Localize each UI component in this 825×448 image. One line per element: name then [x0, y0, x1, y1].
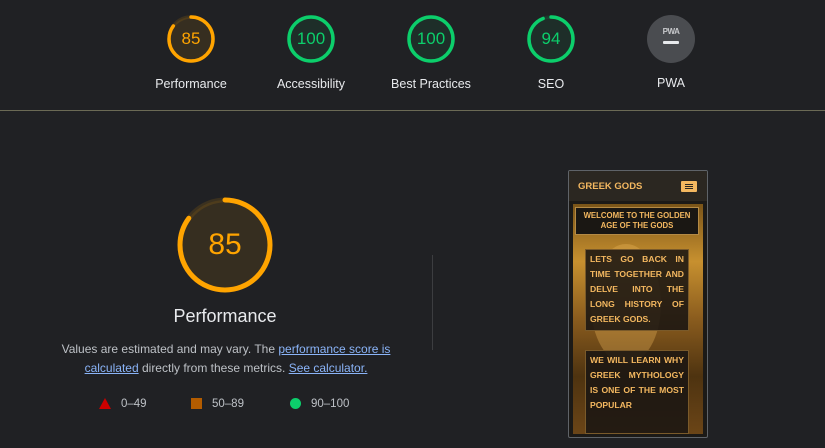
- performance-gauge: 85: [176, 196, 274, 294]
- gauge-pwa[interactable]: PWA PWA: [611, 14, 731, 90]
- legend-range: 0–49: [121, 398, 147, 410]
- gauge-label: Performance: [155, 77, 227, 91]
- gauge-seo[interactable]: 94 SEO: [491, 14, 611, 91]
- hero-image: WELCOME TO THE GOLDEN AGE OF THE GODS LE…: [573, 204, 703, 434]
- square-icon: [191, 398, 202, 410]
- performance-score: 85: [208, 228, 242, 261]
- section-divider: [432, 255, 433, 350]
- gauge-score: 100: [416, 29, 446, 48]
- see-calculator-link[interactable]: See calculator.: [289, 361, 368, 375]
- gauge-label: Best Practices: [391, 77, 471, 91]
- gauge-best-practices[interactable]: 100 Best Practices: [371, 14, 491, 91]
- gauge-label: PWA: [656, 76, 685, 90]
- legend-range: 50–89: [212, 398, 244, 410]
- performance-title: Performance: [173, 306, 277, 326]
- gauge-accessibility[interactable]: 100 Accessibility: [251, 14, 371, 91]
- pwa-badge-icon: PWA: [647, 15, 695, 63]
- hero-title: WELCOME TO THE GOLDEN AGE OF THE GODS: [575, 207, 699, 235]
- pwa-dash-icon: [663, 41, 679, 44]
- gauge-ring: 100: [286, 14, 336, 64]
- circle-icon: [290, 398, 301, 410]
- gauge-score: 100: [296, 29, 326, 48]
- legend-item-fail: 0–49: [99, 398, 147, 410]
- gauge-label: Accessibility: [276, 77, 346, 91]
- final-screenshot[interactable]: GREEK GODS WELCOME TO THE GOLDEN AGE OF …: [568, 170, 708, 438]
- legend-range: 90–100: [311, 398, 350, 410]
- gauge-ring: 94: [526, 14, 576, 64]
- site-brand: GREEK GODS: [578, 181, 643, 192]
- triangle-icon: [99, 398, 111, 410]
- gauge-score: 94: [541, 29, 561, 48]
- hamburger-menu-icon: [681, 181, 697, 192]
- gauge-label: SEO: [537, 77, 565, 91]
- gauge-performance[interactable]: 85 Performance: [131, 14, 251, 91]
- hero-paragraph-1: LETS GO BACK IN TIME TOGETHER AND DELVE …: [585, 249, 689, 331]
- legend-item-pass: 90–100: [290, 398, 349, 410]
- gauge-score: 85: [181, 29, 201, 48]
- hero-paragraph-2: WE WILL LEARN WHY GREEK MYTHOLOGY IS ONE…: [585, 350, 689, 434]
- desc-text: directly from these metrics.: [138, 361, 289, 375]
- gauge-ring: 85: [166, 14, 216, 64]
- legend-item-average: 50–89: [191, 398, 244, 410]
- header-divider: [0, 110, 825, 111]
- performance-description: Values are estimated and may vary. The p…: [50, 340, 402, 378]
- site-navbar: GREEK GODS: [569, 171, 707, 201]
- gauge-ring: 100: [406, 14, 456, 64]
- pwa-badge-text: PWA: [662, 27, 680, 36]
- desc-text: Values are estimated and may vary. The: [61, 342, 279, 356]
- summary-gauges: 85 Performance 100 Accessibility 100 Bes…: [0, 0, 825, 110]
